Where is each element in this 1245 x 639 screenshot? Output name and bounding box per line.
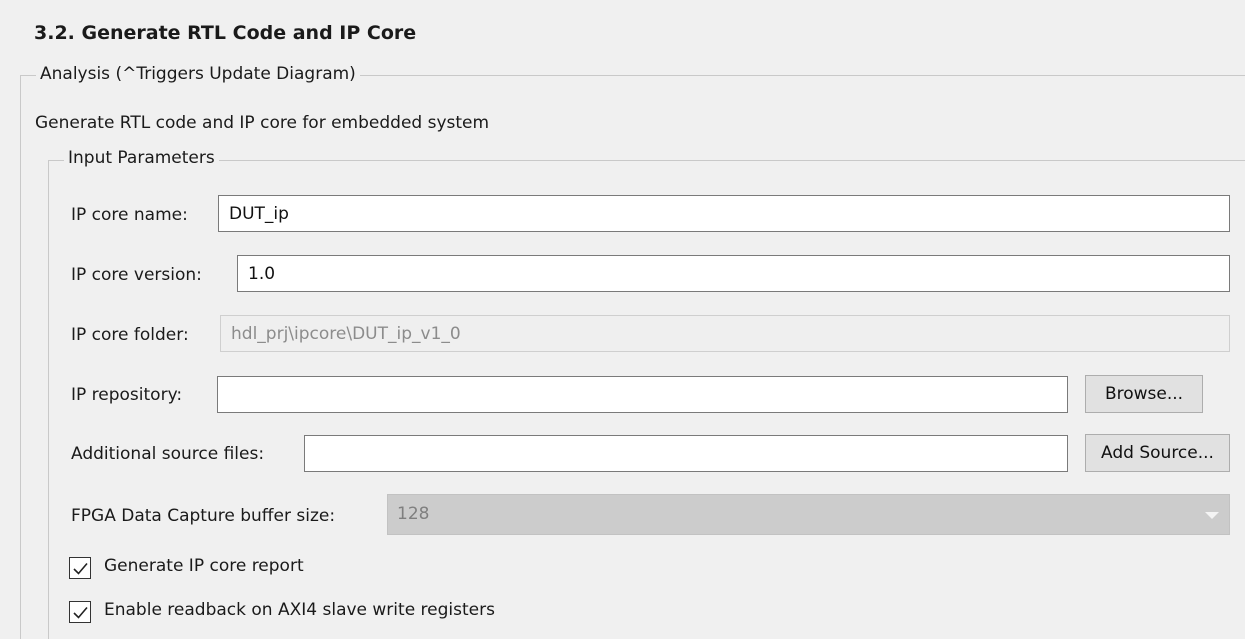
input-parameters-legend: Input Parameters	[64, 148, 219, 168]
analysis-description: Generate RTL code and IP core for embedd…	[35, 113, 490, 133]
enable-readback-checkbox[interactable]	[69, 601, 91, 623]
generate-report-checkbox[interactable]	[69, 557, 91, 579]
ip-core-name-input[interactable]	[218, 195, 1230, 232]
add-source-button[interactable]: Add Source...	[1085, 434, 1230, 472]
ip-core-name-label: IP core name:	[71, 205, 188, 225]
enable-readback-label: Enable readback on AXI4 slave write regi…	[104, 600, 495, 620]
enable-readback-checkbox-row[interactable]: Enable readback on AXI4 slave write regi…	[69, 600, 589, 625]
generate-report-label: Generate IP core report	[104, 556, 304, 576]
fpga-buffer-size-value: 128	[397, 504, 430, 524]
fpga-buffer-size-label: FPGA Data Capture buffer size:	[71, 506, 336, 526]
ip-core-version-label: IP core version:	[71, 265, 202, 285]
ip-repository-input[interactable]	[217, 376, 1068, 413]
generate-report-checkbox-row[interactable]: Generate IP core report	[69, 556, 369, 581]
ip-repository-label: IP repository:	[71, 385, 183, 405]
ip-core-folder-input	[220, 315, 1230, 352]
chevron-down-icon	[1205, 512, 1219, 519]
checkmark-icon	[73, 606, 88, 619]
checkmark-icon	[73, 562, 88, 575]
browse-button[interactable]: Browse...	[1085, 375, 1203, 413]
analysis-legend: Analysis (^Triggers Update Diagram)	[36, 64, 360, 84]
additional-source-files-input[interactable]	[304, 435, 1068, 472]
ip-core-version-input[interactable]	[237, 255, 1230, 292]
additional-source-files-label: Additional source files:	[71, 444, 265, 464]
page-title: 3.2. Generate RTL Code and IP Core	[34, 22, 417, 44]
ip-core-folder-label: IP core folder:	[71, 325, 189, 345]
fpga-buffer-size-select: 128	[387, 494, 1230, 535]
